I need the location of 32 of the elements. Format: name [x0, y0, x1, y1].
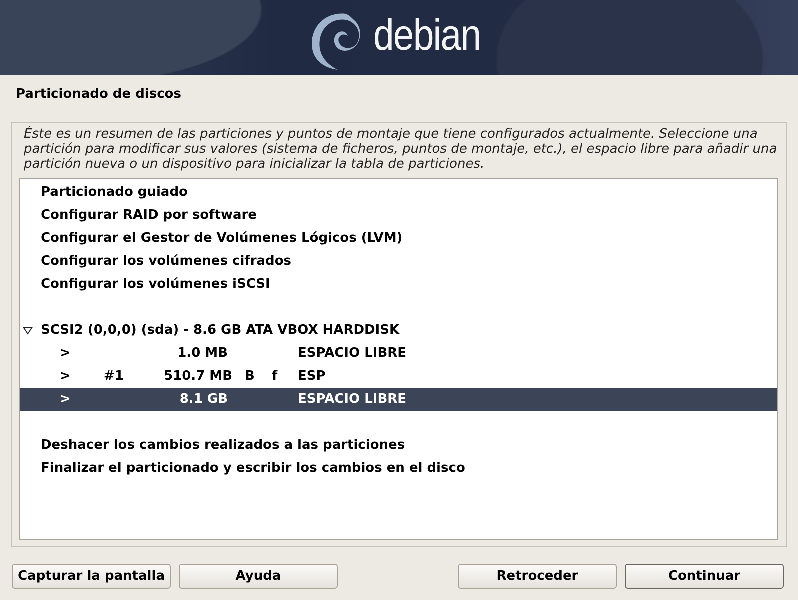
partition-size: 510.7 MB: [164, 369, 232, 384]
list-item[interactable]: Configurar el Gestor de Volúmenes Lógicos (LVM): [20, 227, 777, 250]
disk-item[interactable]: SCSI2 (0,0,0) (sda) - 8.6 GB ATA VBOX HARDDISK: [20, 319, 777, 342]
arrow-glyph: >: [60, 391, 72, 409]
screenshot-button[interactable]: Capturar la pantalla: [12, 564, 171, 589]
list-item[interactable]: Deshacer los cambios realizados a las particiones: [20, 434, 777, 457]
arrow-glyph: >: [60, 368, 72, 386]
partition-flag-text: B: [245, 369, 255, 384]
disk-label: SCSI2 (0,0,0) (sda) - 8.6 GB ATA VBOX HARDDISK: [41, 322, 400, 340]
logo-text: debian: [373, 10, 481, 60]
list-item[interactable]: Configurar RAID por software: [20, 204, 777, 227]
list-item[interactable]: Configurar los volúmenes cifrados: [20, 250, 777, 273]
partition-name: ESP: [298, 368, 327, 386]
description-text: Éste es un resumen de las particiones y puntos de montaje que tiene configurados actualmente. Seleccione una partición para modificar sus valores (sistema de ficheros, puntos de montaje, etc.), el espacio libre para añadir una partición nueva o un dispositivo para inicializar la tabla de particiones.: [23, 127, 778, 172]
partition-number: #1: [104, 369, 124, 384]
expander-icon[interactable]: [23, 326, 33, 334]
partition-name: ESPACIO LIBRE: [298, 345, 408, 363]
page-title: Particionado de discos: [15, 86, 182, 104]
back-button[interactable]: Retroceder: [458, 564, 617, 589]
help-button[interactable]: Ayuda: [179, 564, 338, 589]
partition-row[interactable]: > 8.1 GB ESPACIO LIBRE: [20, 388, 777, 411]
list-item[interactable]: Configurar los volúmenes iSCSI: [20, 273, 777, 296]
partition-row[interactable]: > 1.0 MB ESPACIO LIBRE: [20, 342, 777, 365]
partition-row[interactable]: > #1 510.7 MB B f ESP: [20, 365, 777, 388]
continue-button[interactable]: Continuar: [625, 564, 784, 589]
list-item[interactable]: Finalizar el particionado y escribir los cambios en el disco: [20, 457, 777, 480]
partition-size: 8.1 GB: [180, 392, 228, 407]
list-item[interactable]: Particionado guiado: [20, 181, 777, 204]
partition-flag-text: f: [272, 369, 278, 384]
arrow-glyph: >: [60, 345, 72, 363]
partition-name: ESPACIO LIBRE: [298, 391, 408, 409]
partition-size: 1.0 MB: [178, 346, 228, 361]
